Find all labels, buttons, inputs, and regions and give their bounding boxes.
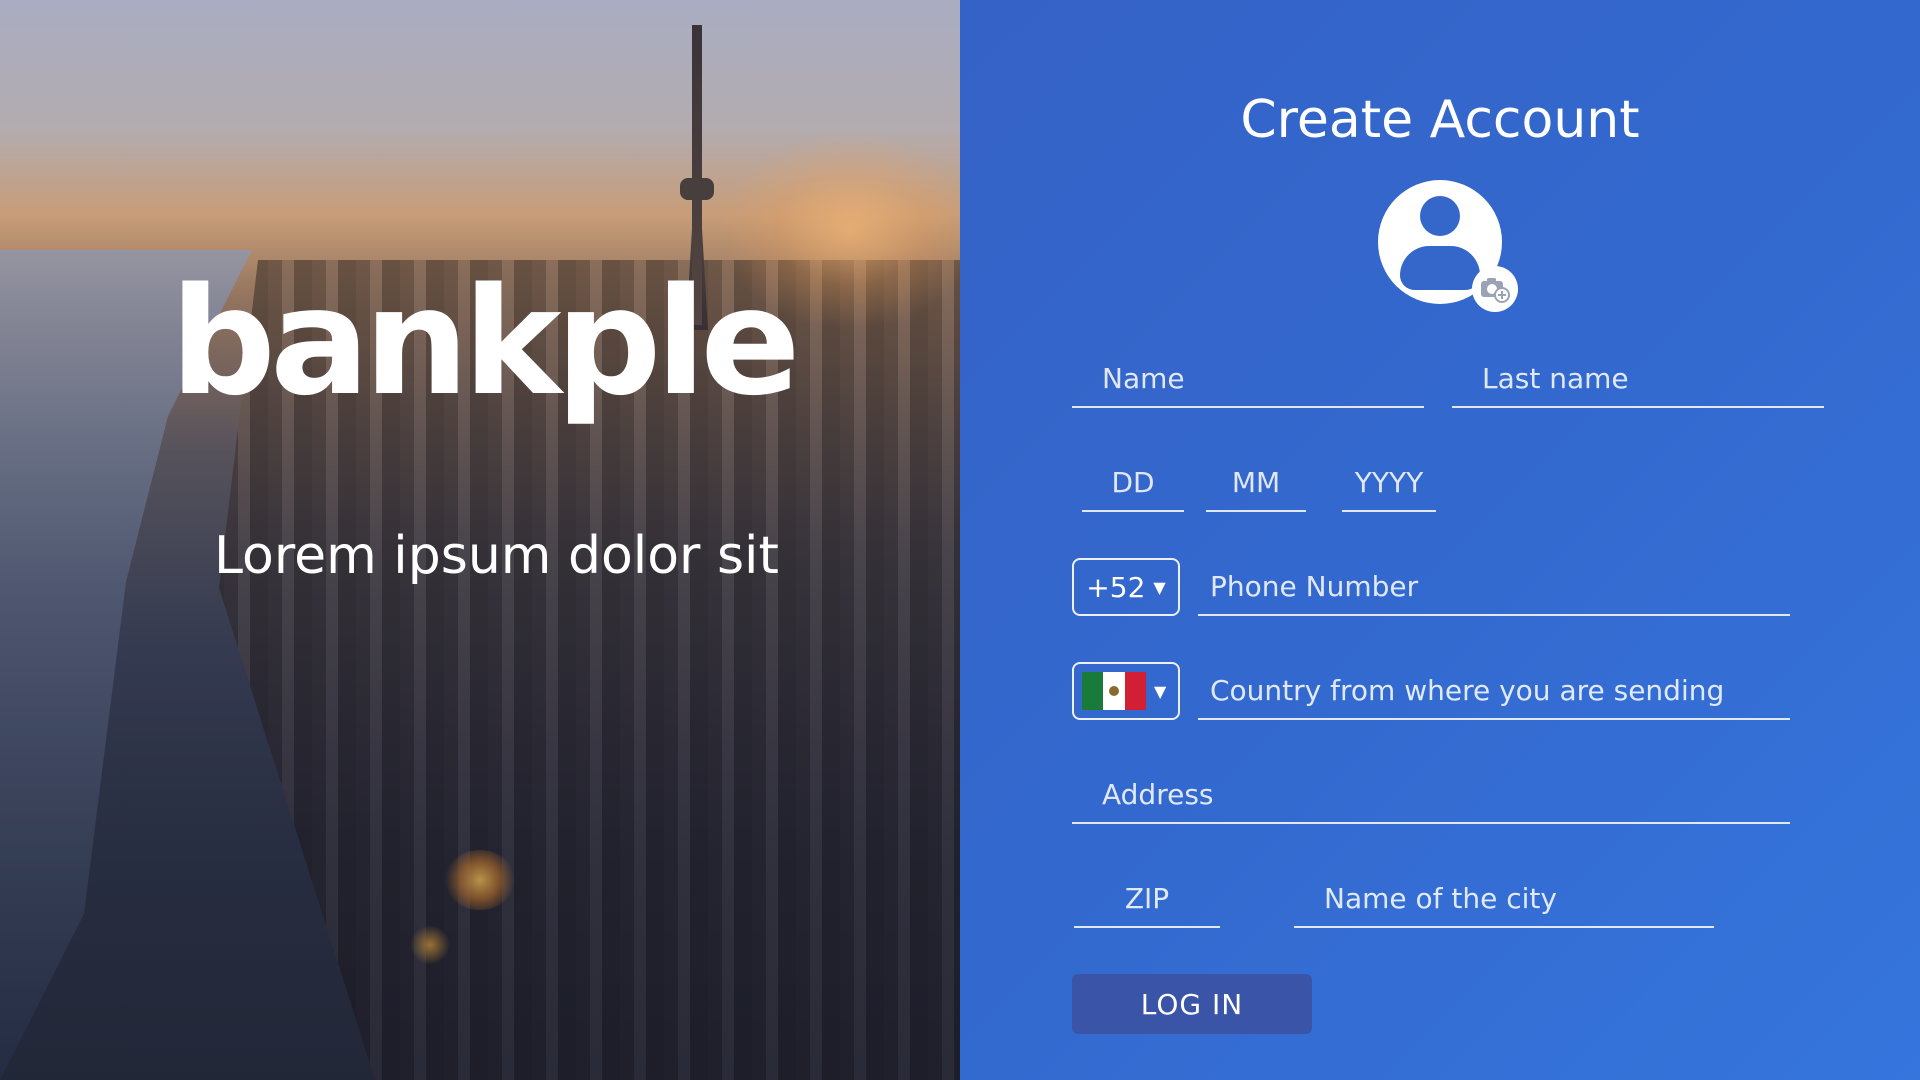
phone-number-input[interactable] bbox=[1198, 564, 1790, 616]
day-field-wrapper bbox=[1082, 460, 1184, 512]
year-field-wrapper bbox=[1342, 460, 1436, 512]
city-field-wrapper bbox=[1294, 876, 1714, 928]
hero-tagline: Lorem ipsum dolor sit bbox=[214, 526, 779, 586]
month-field-wrapper bbox=[1206, 460, 1306, 512]
lastname-field-wrapper bbox=[1452, 356, 1824, 408]
birth-year-input[interactable] bbox=[1342, 460, 1436, 512]
birth-month-input[interactable] bbox=[1206, 460, 1306, 512]
country-select[interactable]: ▼ bbox=[1072, 662, 1180, 720]
name-input[interactable] bbox=[1072, 356, 1424, 408]
phone-code-select[interactable]: +52 ▼ bbox=[1072, 558, 1180, 616]
birth-day-input[interactable] bbox=[1082, 460, 1184, 512]
hero-panel: bankple Lorem ipsum dolor sit bbox=[0, 0, 960, 1080]
camera-add-glyph bbox=[1481, 278, 1510, 303]
name-field-wrapper bbox=[1072, 356, 1424, 408]
login-button[interactable]: LOG IN bbox=[1072, 974, 1312, 1034]
form-title: Create Account bbox=[1240, 90, 1640, 150]
avatar-head bbox=[1420, 196, 1460, 236]
lastname-input[interactable] bbox=[1452, 356, 1824, 408]
address-field-wrapper bbox=[1072, 772, 1790, 824]
signup-screen: bankple Lorem ipsum dolor sit Create Acc… bbox=[0, 0, 1920, 1080]
signup-form-panel: Create Account Name Last name DD MM YYYY… bbox=[960, 0, 1920, 1080]
zip-input[interactable] bbox=[1074, 876, 1220, 928]
country-field-wrapper bbox=[1198, 668, 1790, 720]
phone-code-value: +52 bbox=[1086, 570, 1146, 604]
zip-field-wrapper bbox=[1074, 876, 1220, 928]
country-input[interactable] bbox=[1198, 668, 1790, 720]
brand-logo: bankple bbox=[170, 256, 801, 428]
phone-field-wrapper bbox=[1198, 564, 1790, 616]
address-input[interactable] bbox=[1072, 772, 1790, 824]
city-input[interactable] bbox=[1294, 876, 1714, 928]
mexico-flag-icon bbox=[1082, 672, 1146, 710]
camera-add-icon[interactable] bbox=[1472, 266, 1518, 312]
avatar-body bbox=[1400, 246, 1480, 290]
caret-down-icon: ▼ bbox=[1154, 681, 1167, 701]
caret-down-icon: ▼ bbox=[1153, 577, 1166, 597]
